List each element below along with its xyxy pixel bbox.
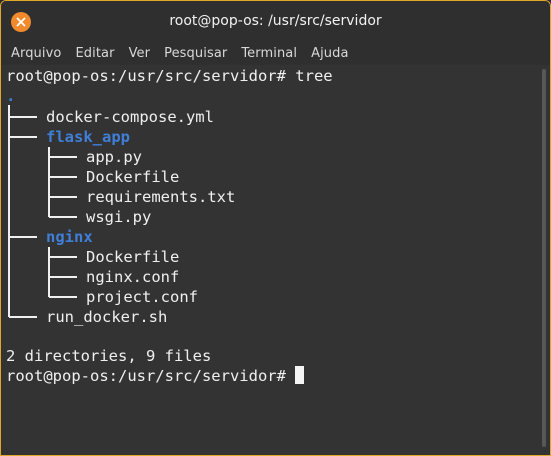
tree-dir-flask-app: flask_app (46, 128, 130, 146)
tree-summary: 2 directories, 9 files (6, 347, 212, 365)
text-cursor (295, 366, 305, 384)
menu-ajuda[interactable]: Ajuda (311, 46, 348, 61)
terminal-window: root@pop-os: /usr/src/servidor Arquivo E… (0, 0, 551, 456)
menu-arquivo[interactable]: Arquivo (11, 46, 61, 61)
prompt-line: root@pop-os:/usr/src/servidor# (6, 366, 305, 386)
tree-entry: docker-compose.yml (46, 108, 214, 126)
tree-dir-nginx: nginx (46, 228, 93, 246)
menu-terminal[interactable]: Terminal (241, 46, 297, 61)
menu-bar: Arquivo Editar Ver Pesquisar Terminal Aj… (1, 41, 550, 65)
menu-pesquisar[interactable]: Pesquisar (164, 46, 227, 61)
tree-entry: project.conf (86, 288, 198, 306)
terminal-area[interactable]: root@pop-os:/usr/src/servidor# tree . do… (1, 65, 550, 455)
tree-entry: app.py (86, 148, 142, 166)
tree-entry: run_docker.sh (46, 308, 168, 326)
tree-entry: Dockerfile (86, 248, 180, 266)
tree-entry: requirements.txt (86, 188, 236, 206)
tree-entry: nginx.conf (86, 268, 180, 286)
prompt-text: root@pop-os:/usr/src/servidor# (6, 367, 296, 385)
command-line: root@pop-os:/usr/src/servidor# tree (6, 67, 333, 85)
window-title: root@pop-os: /usr/src/servidor (169, 13, 382, 29)
title-bar[interactable]: root@pop-os: /usr/src/servidor (1, 1, 550, 41)
tree-root: . (6, 87, 16, 105)
tree-entry: Dockerfile (86, 168, 180, 186)
tree-entry: wsgi.py (86, 208, 152, 226)
menu-editar[interactable]: Editar (75, 46, 114, 61)
scrollbar[interactable] (542, 69, 546, 447)
menu-ver[interactable]: Ver (129, 46, 151, 61)
